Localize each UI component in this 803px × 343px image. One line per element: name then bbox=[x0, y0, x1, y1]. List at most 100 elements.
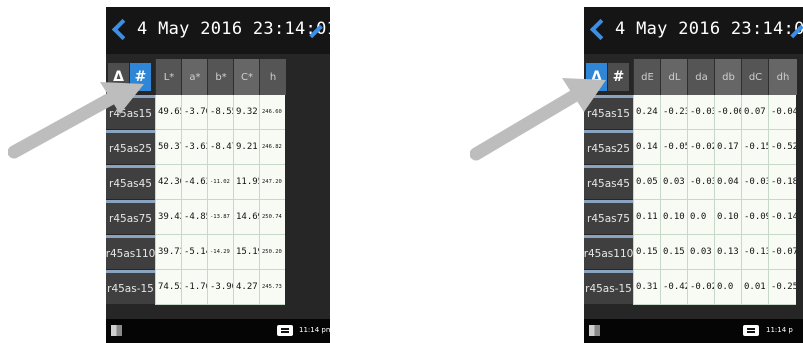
table-cell: 0.10 bbox=[660, 200, 687, 235]
table-cell: 50.37 bbox=[155, 130, 181, 165]
table-cell: 9.32 bbox=[233, 95, 259, 130]
column-header: dh bbox=[768, 59, 797, 95]
table-cell: 0.10 bbox=[714, 200, 741, 235]
table-cell: 0.0 bbox=[714, 270, 741, 305]
table-cell: -0.13 bbox=[741, 235, 768, 270]
phone-screen-difference: 4 May 2016 23:14:01 Δ # dE dL da db dC dh r45… bbox=[584, 7, 803, 343]
column-header: C* bbox=[233, 59, 260, 95]
table-cell: -8.47 bbox=[207, 130, 233, 165]
table-cell: 0.07 bbox=[741, 95, 768, 130]
table-cell: 0.31 bbox=[633, 270, 660, 305]
table-cell: 15.19 bbox=[233, 235, 259, 270]
table-cell: 247.20 bbox=[259, 165, 285, 200]
column-header: da bbox=[687, 59, 715, 95]
table-cell: -0.03 bbox=[687, 165, 714, 200]
absolute-mode-toggle[interactable]: # bbox=[608, 63, 629, 91]
pointer-arrow-left bbox=[8, 82, 144, 159]
sample-row-label[interactable]: r45as45 bbox=[584, 165, 633, 199]
table-cell: -0.25 bbox=[768, 270, 796, 305]
table-cell: 74.53 bbox=[155, 270, 181, 305]
sample-row-label[interactable]: r45as110 bbox=[106, 235, 155, 269]
table-cell: -13.87 bbox=[207, 200, 233, 235]
measurement-datetime-title: 4 May 2016 23:14:01 bbox=[615, 19, 803, 39]
sample-row-label[interactable]: r45as75 bbox=[106, 200, 155, 234]
column-header: dE bbox=[633, 59, 661, 95]
table-cell: 0.11 bbox=[633, 200, 660, 235]
table-cell: 246.60 bbox=[259, 95, 285, 130]
table-cell: 39.42 bbox=[155, 200, 181, 235]
column-header: L* bbox=[155, 59, 182, 95]
table-cell: -3.63 bbox=[181, 130, 207, 165]
column-header: db bbox=[714, 59, 742, 95]
table-cell: -0.18 bbox=[768, 165, 796, 200]
column-header: h bbox=[259, 59, 286, 95]
table-cell: 245.73 bbox=[259, 270, 285, 305]
table-cell: -3.90 bbox=[207, 270, 233, 305]
table-cell: -0.23 bbox=[660, 95, 687, 130]
table-cell: -4.85 bbox=[181, 200, 207, 235]
sync-status-icon bbox=[743, 325, 759, 336]
table-cell: -0.52 bbox=[768, 130, 796, 165]
table-cell: -0.04 bbox=[768, 95, 796, 130]
table-cell: -14.29 bbox=[207, 235, 233, 270]
table-cell: 49.65 bbox=[155, 95, 181, 130]
table-cell: 0.13 bbox=[714, 235, 741, 270]
sync-status-icon bbox=[277, 325, 293, 336]
table-cell: -0.09 bbox=[741, 200, 768, 235]
table-cell: 0.05 bbox=[633, 165, 660, 200]
table-cell: 0.14 bbox=[633, 130, 660, 165]
table-cell: 0.03 bbox=[660, 165, 687, 200]
values-table: 49.65-3.70-8.559.32246.60 50.37-3.63-8.47… bbox=[155, 95, 285, 305]
table-cell: 0.17 bbox=[714, 130, 741, 165]
status-clock: 11:14 pm bbox=[299, 326, 330, 334]
system-nav-bar: 11:14 pm bbox=[106, 319, 330, 343]
table-cell: 39.73 bbox=[155, 235, 181, 270]
sample-row-label[interactable]: r45as-15 bbox=[106, 270, 155, 304]
table-cell: 0.15 bbox=[660, 235, 687, 270]
table-cell: -0.02 bbox=[687, 130, 714, 165]
table-cell: -0.03 bbox=[687, 95, 714, 130]
table-cell: -1.76 bbox=[181, 270, 207, 305]
table-cell: -0.03 bbox=[741, 165, 768, 200]
sample-row-label[interactable]: r45as-15 bbox=[584, 270, 633, 304]
table-cell: 4.27 bbox=[233, 270, 259, 305]
table-cell: 0.24 bbox=[633, 95, 660, 130]
table-cell: 0.0 bbox=[687, 200, 714, 235]
app-drawer-icon[interactable] bbox=[111, 325, 122, 336]
table-cell: 0.03 bbox=[687, 235, 714, 270]
back-chevron-icon[interactable] bbox=[111, 18, 134, 41]
table-cell: -8.55 bbox=[207, 95, 233, 130]
table-cell: -11.02 bbox=[207, 165, 233, 200]
table-header: Δ # dE dL da db dC dh bbox=[584, 59, 803, 95]
table-cell: -3.70 bbox=[181, 95, 207, 130]
back-chevron-icon[interactable] bbox=[589, 18, 612, 41]
app-drawer-icon[interactable] bbox=[589, 325, 600, 336]
sample-row-label[interactable]: r45as75 bbox=[584, 200, 633, 234]
table-cell: 9.21 bbox=[233, 130, 259, 165]
table-cell: -0.02 bbox=[687, 270, 714, 305]
table-cell: 250.20 bbox=[259, 235, 285, 270]
table-cell: 0.15 bbox=[633, 235, 660, 270]
table-cell: -4.63 bbox=[181, 165, 207, 200]
column-header: a* bbox=[181, 59, 208, 95]
table-cell: 246.82 bbox=[259, 130, 285, 165]
table-cell: 0.04 bbox=[714, 165, 741, 200]
values-table: 0.24-0.23-0.03-0.060.07-0.040.14-0.05-0.… bbox=[633, 95, 796, 305]
pointer-arrow-right bbox=[470, 78, 606, 161]
sample-row-label[interactable]: r45as110 bbox=[584, 235, 633, 269]
sample-row-label[interactable]: r45as45 bbox=[106, 165, 155, 199]
table-cell: -0.14 bbox=[768, 200, 796, 235]
title-bar: 4 May 2016 23:14:01 bbox=[584, 7, 803, 54]
phone-screen-absolute: 4 May 2016 23:14:01 Δ # L* a* b* C* h r45as1… bbox=[106, 7, 330, 343]
measurement-datetime-title: 4 May 2016 23:14:01 bbox=[137, 19, 330, 39]
table-cell: 250.74 bbox=[259, 200, 285, 235]
table-cell: -0.05 bbox=[660, 130, 687, 165]
table-cell: 11.95 bbox=[233, 165, 259, 200]
column-header: dL bbox=[660, 59, 688, 95]
system-nav-bar: 11:14 p bbox=[584, 319, 803, 343]
table-cell: -0.42 bbox=[660, 270, 687, 305]
table-cell: 42.36 bbox=[155, 165, 181, 200]
table-cell: -0.15 bbox=[741, 130, 768, 165]
table-cell: -5.14 bbox=[181, 235, 207, 270]
table-cell: -0.06 bbox=[714, 95, 741, 130]
